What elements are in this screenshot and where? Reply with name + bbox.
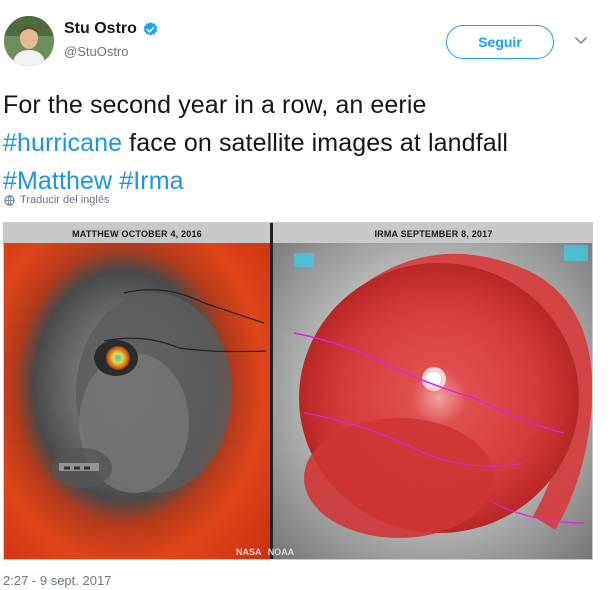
avatar[interactable]	[4, 16, 54, 66]
user-name-label[interactable]: Stu Ostro	[64, 20, 137, 38]
follow-button[interactable]: Seguir	[446, 25, 554, 59]
chevron-down-icon[interactable]	[574, 36, 588, 46]
user-name[interactable]: Stu Ostro	[64, 20, 159, 38]
tweet-text-line1: For the second year in a row, an eerie	[3, 91, 427, 119]
satellite-image-graphic	[4, 223, 592, 559]
credit-noaa: NOAA	[267, 547, 295, 557]
credit-nasa: NASA	[236, 547, 262, 557]
hashtag-hurricane-link[interactable]: #hurricane	[3, 129, 122, 157]
globe-icon	[4, 194, 15, 206]
tweet-text: For the second year in a row, an eerie #…	[3, 86, 603, 200]
irma-panel-title: IRMA SEPTEMBER 8, 2017	[374, 229, 493, 239]
translate-label[interactable]: Traducir del inglés	[20, 194, 109, 206]
verified-badge-icon	[143, 21, 158, 36]
translate-link[interactable]: Traducir del inglés	[4, 194, 109, 206]
user-handle[interactable]: @StuOstro	[64, 44, 129, 59]
matthew-panel-title: MATTHEW OCTOBER 4, 2016	[72, 229, 202, 239]
satellite-image[interactable]: MATTHEW OCTOBER 4, 2016 IRMA SEPTEMBER 8…	[3, 222, 593, 560]
hashtag-matthew-link[interactable]: #Matthew	[3, 167, 112, 195]
image-credit: NASA NOAA	[236, 547, 294, 557]
tweet-timestamp[interactable]: 2:27 - 9 sept. 2017	[3, 573, 111, 588]
tweet-text-mid: face on satellite images at landfall	[122, 129, 509, 157]
hashtag-irma-link[interactable]: #Irma	[119, 167, 183, 195]
